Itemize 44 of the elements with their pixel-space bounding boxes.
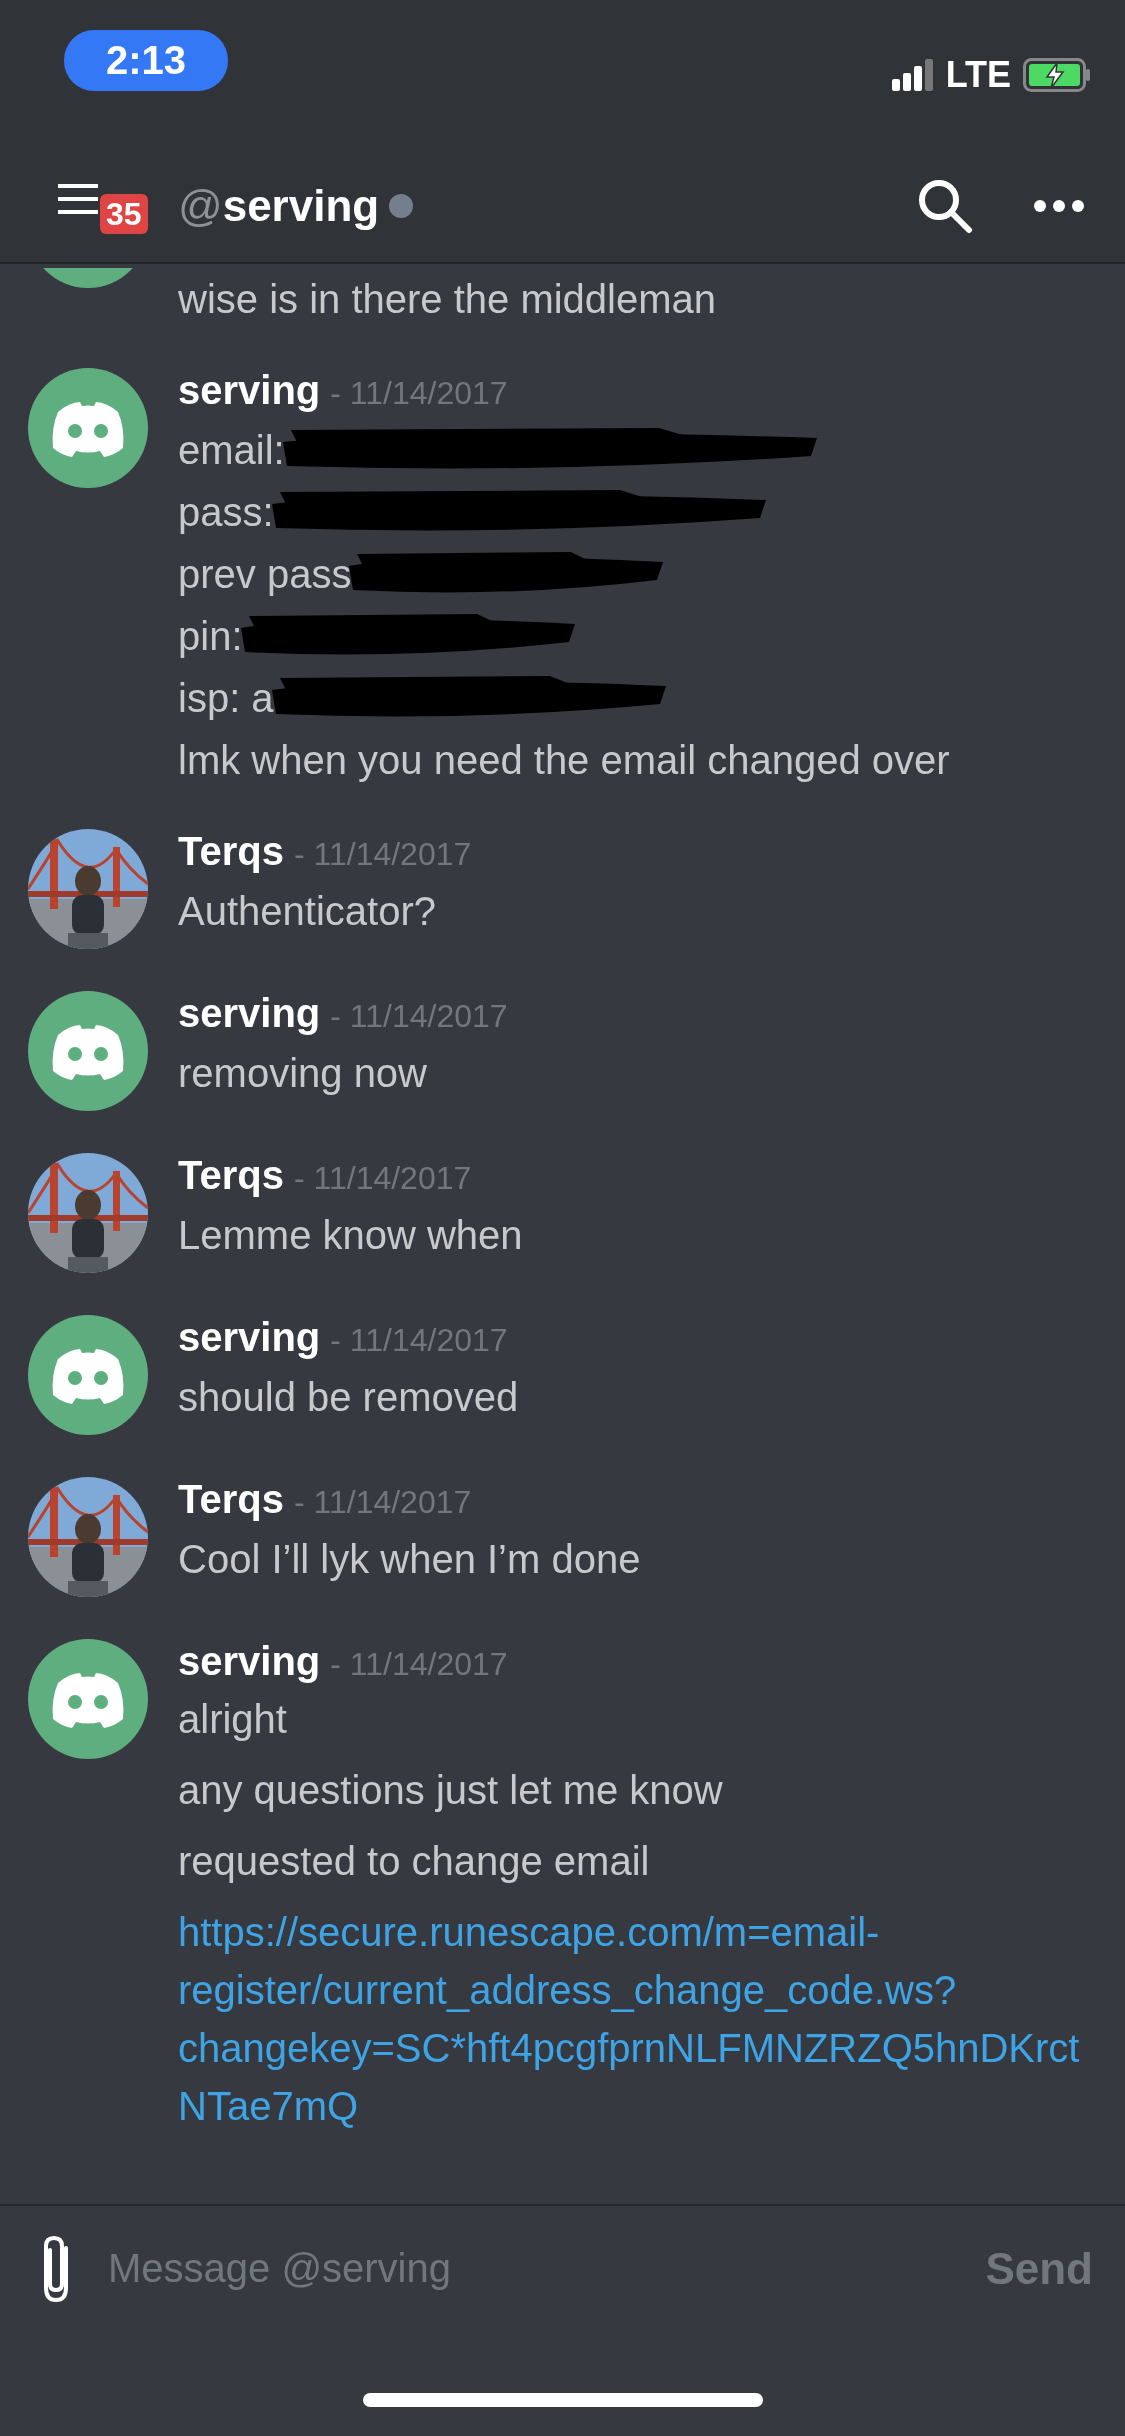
discord-logo-avatar[interactable]	[28, 368, 148, 488]
message-text: Authenticator?	[178, 888, 436, 935]
timestamp: - 11/14/2017	[330, 375, 508, 412]
message-text: lmk when you need the email changed over	[178, 737, 950, 784]
timestamp: - 11/14/2017	[293, 1160, 472, 1197]
discord-logo-avatar[interactable]	[28, 991, 148, 1111]
search-button[interactable]	[917, 178, 973, 234]
timestamp: - 11/14/2017	[293, 836, 472, 873]
message-text: requested to change email	[178, 1838, 651, 1885]
username[interactable]: serving	[178, 1639, 321, 1684]
network-label: LTE	[945, 54, 1011, 96]
timestamp: - 11/14/2017	[330, 1646, 508, 1683]
message-text: Cool I’ll lyk when I’m done	[178, 1536, 641, 1583]
message-text: should be removed	[178, 1374, 519, 1421]
timestamp: - 11/14/2017	[330, 1322, 508, 1359]
timestamp: - 11/14/2017	[330, 998, 508, 1035]
timestamp: - 11/14/2017	[293, 1484, 472, 1521]
discord-logo-avatar[interactable]	[28, 1639, 148, 1759]
username[interactable]: serving	[178, 1315, 321, 1360]
message-input[interactable]: Message @serving	[106, 2245, 946, 2292]
message-text: any questions just let me know	[178, 1767, 724, 1814]
signal-icon	[891, 59, 934, 91]
message-text: removing now	[178, 1050, 427, 1097]
battery-icon	[1023, 58, 1091, 92]
message-text: isp: a	[178, 675, 274, 722]
message-text: prev pass	[178, 551, 352, 598]
message-text: pin:	[178, 613, 243, 660]
link[interactable]: https://secure.runescape.com/m=email-register/current_address_change_code.ws?changekey=SC*hft4pcgfprnNLFMNZRZQ5hnDKrctNTae7mQ	[178, 1903, 1105, 2135]
message-text: Lemme know when	[178, 1212, 523, 1259]
at-sign: @	[178, 181, 223, 231]
username[interactable]: serving	[178, 368, 321, 413]
username[interactable]: Terqs	[178, 1477, 284, 1522]
time: 2:13	[64, 29, 229, 91]
discord-logo-avatar[interactable]	[28, 1315, 148, 1435]
unread-count: 35	[100, 194, 148, 234]
message-text: alright	[178, 1696, 288, 1743]
message-text: wise is in there the middleman	[178, 276, 717, 323]
username[interactable]: Terqs	[178, 1153, 284, 1198]
message-text: email:	[178, 427, 285, 474]
username[interactable]: serving	[178, 991, 321, 1036]
message-text: pass:	[178, 489, 274, 536]
channel-name: serving	[222, 181, 380, 231]
username[interactable]: Terqs	[178, 829, 284, 874]
more-button[interactable]	[1033, 199, 1085, 213]
